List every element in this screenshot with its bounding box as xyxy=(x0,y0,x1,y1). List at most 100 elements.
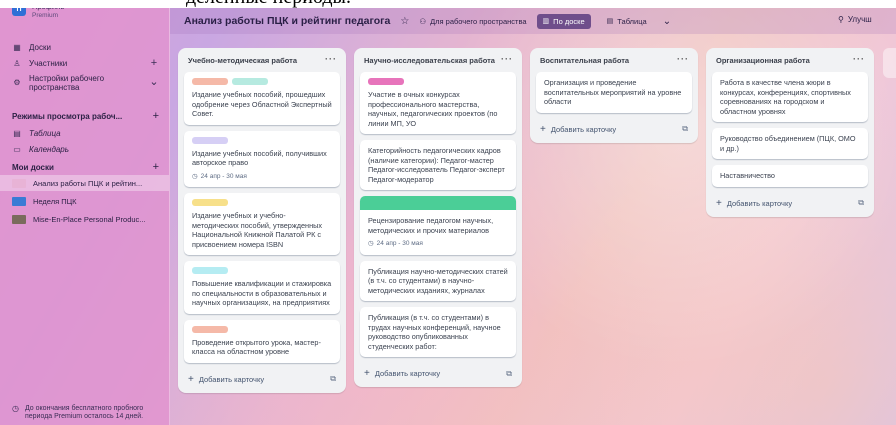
add-board-button[interactable]: + xyxy=(153,161,159,173)
card-title: Публикация (в т.ч. со студентами) в труд… xyxy=(368,313,501,351)
sidebar: П Профиль Premium ▦ Доски ♙ Участники + … xyxy=(0,2,170,425)
clock-icon: ◷ xyxy=(192,172,198,180)
list-menu-icon[interactable]: ··· xyxy=(853,54,865,64)
list-column: Учебно-методическая работа ··· Издание у… xyxy=(178,48,346,393)
add-card-button[interactable]: + Добавить карточку ⧉ xyxy=(706,193,874,217)
sidebar-item-label: Настройки рабочего пространства xyxy=(29,74,105,92)
board-thumbnail xyxy=(12,178,26,188)
list-menu-icon[interactable]: ··· xyxy=(677,54,689,64)
board-icon: ▦ xyxy=(13,42,21,52)
chevron-down-icon[interactable]: ⌄ xyxy=(149,75,159,88)
card[interactable]: Издание учебных и учебно-методических по… xyxy=(184,193,340,255)
card-label[interactable] xyxy=(192,199,228,206)
sidebar-item-calendar[interactable]: ▭ Календарь xyxy=(12,142,159,156)
add-card-label: Добавить карточку xyxy=(374,369,441,378)
plus-icon: + xyxy=(364,368,370,379)
card-title: Категорийность педагогических кадров (на… xyxy=(368,146,505,184)
card-label[interactable] xyxy=(232,78,268,85)
sidebar-item-label: Участники xyxy=(29,58,68,68)
board-label: Неделя ПЦК xyxy=(33,196,77,206)
add-card-button[interactable]: + Добавить карточку ⧉ xyxy=(530,119,698,143)
card-label[interactable] xyxy=(192,78,228,85)
list-menu-icon[interactable]: ··· xyxy=(501,54,513,64)
visibility-label: Для рабочего пространства xyxy=(430,16,527,26)
list-header[interactable]: Научно-исследовательская работа ··· xyxy=(354,48,522,72)
card-label[interactable] xyxy=(192,325,228,333)
chevron-down-icon[interactable]: ⌄ xyxy=(663,16,671,27)
template-icon[interactable]: ⧉ xyxy=(506,369,512,379)
add-view-button[interactable]: + xyxy=(153,110,159,122)
card[interactable]: Публикация научно-методических статей (в… xyxy=(360,260,516,301)
board-label: Mise-En-Place Personal Produc... xyxy=(33,214,146,224)
list-title: Учебно-методическая работа xyxy=(188,56,297,65)
card[interactable]: Повышение квалификации и стажировка по с… xyxy=(184,261,340,314)
trial-text: До окончания бесплатного пробного период… xyxy=(24,405,144,420)
due-date-text: 24 апр - 30 мая xyxy=(376,240,423,247)
card[interactable]: Работа в качестве члена жюри в конкурсах… xyxy=(712,72,868,122)
view-board-button[interactable]: ▥ По доске xyxy=(536,13,591,29)
list-column: Организационная работа ··· Работа в каче… xyxy=(706,48,874,217)
people-icon: ⚇ xyxy=(419,16,427,26)
upgrade-label: Улучш xyxy=(847,15,872,24)
document-caption: деленные периоды. xyxy=(0,0,896,8)
sidebar-item-boards[interactable]: ▦ Доски xyxy=(12,40,159,54)
sidebar-board-item[interactable]: Неделя ПЦК xyxy=(0,193,169,209)
card-title: Издание учебных пособий, получивших авто… xyxy=(192,148,327,168)
board-thumbnail xyxy=(12,214,26,224)
card[interactable]: Рецензирование педагогом научных, методи… xyxy=(360,196,516,255)
card[interactable]: Публикация (в т.ч. со студентами) в труд… xyxy=(360,307,516,357)
views-section-header: Режимы просмотра рабоч... + xyxy=(12,110,159,122)
list-column: Научно-исследовательская работа ··· Учас… xyxy=(354,48,522,387)
sidebar-item-settings[interactable]: ⚙ Настройки рабочего пространства ⌄ xyxy=(12,74,159,94)
card-title: Повышение квалификации и стажировка по с… xyxy=(192,279,332,307)
list-menu-icon[interactable]: ··· xyxy=(325,54,337,64)
visibility-button[interactable]: ⚇ Для рабочего пространства xyxy=(419,17,526,26)
card[interactable]: Руководство объединением (ПЦК, ОМО и др.… xyxy=(712,128,868,159)
card-cover xyxy=(360,196,516,210)
upgrade-button[interactable]: ⚲ Улучш xyxy=(838,15,872,24)
card[interactable]: Наставничество xyxy=(712,165,868,187)
board-title[interactable]: Анализ работы ПЦК и рейтинг педагога xyxy=(184,15,390,27)
add-card-label: Добавить карточку xyxy=(550,124,617,134)
template-icon[interactable]: ⧉ xyxy=(330,374,336,384)
card-label[interactable] xyxy=(192,267,228,274)
sidebar-item-members[interactable]: ♙ Участники + xyxy=(12,56,159,70)
card-title: Работа в качестве члена жюри в конкурсах… xyxy=(720,78,851,116)
list-header[interactable]: Организационная работа ··· xyxy=(706,48,874,72)
workspace-plan: Premium xyxy=(32,12,59,19)
sidebar-item-label: Календарь xyxy=(29,144,69,154)
list-header[interactable]: Воспитательная работа ··· xyxy=(530,48,698,72)
card-label[interactable] xyxy=(192,136,228,144)
sidebar-board-item[interactable]: Mise-En-Place Personal Produc... xyxy=(0,211,169,227)
card[interactable]: Издание учебных пособий, получивших авто… xyxy=(184,130,340,187)
add-card-button[interactable]: + Добавить карточку ⧉ xyxy=(178,369,346,393)
card[interactable]: Категорийность педагогических кадров (на… xyxy=(360,140,516,190)
add-card-button[interactable]: + Добавить карточку ⧉ xyxy=(354,363,522,387)
card[interactable]: Издание учебных пособий, прошедших одобр… xyxy=(184,72,340,125)
card-due-date[interactable]: ◷ 24 апр - 30 мая xyxy=(368,239,508,249)
add-card-label: Добавить карточку xyxy=(726,198,793,208)
add-list-area[interactable] xyxy=(883,48,896,78)
add-card-label: Добавить карточку xyxy=(198,374,265,384)
sidebar-item-table[interactable]: ▤ Таблица xyxy=(12,126,159,140)
list-header[interactable]: Учебно-методическая работа ··· xyxy=(178,48,346,72)
caption-text: деленные периоды. xyxy=(186,0,351,8)
members-icon: ♙ xyxy=(13,58,21,68)
card[interactable]: Организация и проведение воспитательных … xyxy=(536,72,692,113)
card-due-date[interactable]: ◷ 24 апр - 30 мая xyxy=(192,172,332,182)
trial-notice[interactable]: ◷ До окончания бесплатного пробного пери… xyxy=(12,405,159,421)
card-title: Публикация научно-методических статей (в… xyxy=(368,266,508,295)
view-label: Таблица xyxy=(617,16,647,26)
table-icon: ▤ xyxy=(13,128,21,138)
view-table-button[interactable]: ▤ Таблица xyxy=(601,14,653,29)
card[interactable]: Проведение открытого урока, мастер-класс… xyxy=(184,319,340,363)
card-title: Проведение открытого урока, мастер-класс… xyxy=(192,337,321,357)
card[interactable]: Участие в очных конкурсах профессиональн… xyxy=(360,72,516,134)
card-label[interactable] xyxy=(368,78,404,85)
sidebar-board-item[interactable]: Анализ работы ПЦК и рейтин... xyxy=(0,175,169,191)
list-title: Научно-исследовательская работа xyxy=(364,56,495,65)
star-icon[interactable]: ☆ xyxy=(400,16,409,27)
template-icon[interactable]: ⧉ xyxy=(682,124,688,134)
template-icon[interactable]: ⧉ xyxy=(858,198,864,208)
add-member-button[interactable]: + xyxy=(149,57,159,69)
